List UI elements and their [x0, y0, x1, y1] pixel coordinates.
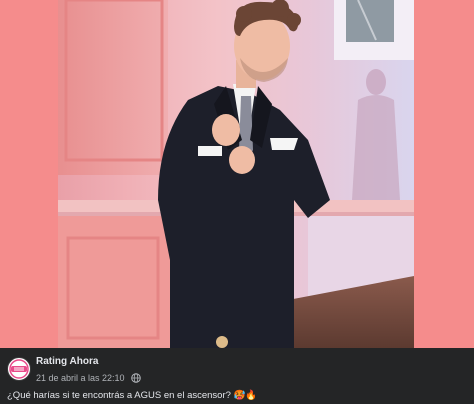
globe-icon	[131, 373, 141, 383]
post-image-frame[interactable]	[0, 0, 474, 348]
photo-illustration	[58, 0, 414, 348]
post-photo[interactable]	[58, 0, 414, 348]
post-timestamp[interactable]: 21 de abril a las 22:10	[36, 373, 125, 383]
page-name-link[interactable]: Rating Ahora	[36, 356, 98, 367]
rating-ahora-logo-icon	[8, 358, 30, 380]
page-avatar[interactable]	[7, 357, 31, 381]
post-caption: ¿Qué harías si te encontrás a AGUS en el…	[7, 390, 258, 401]
